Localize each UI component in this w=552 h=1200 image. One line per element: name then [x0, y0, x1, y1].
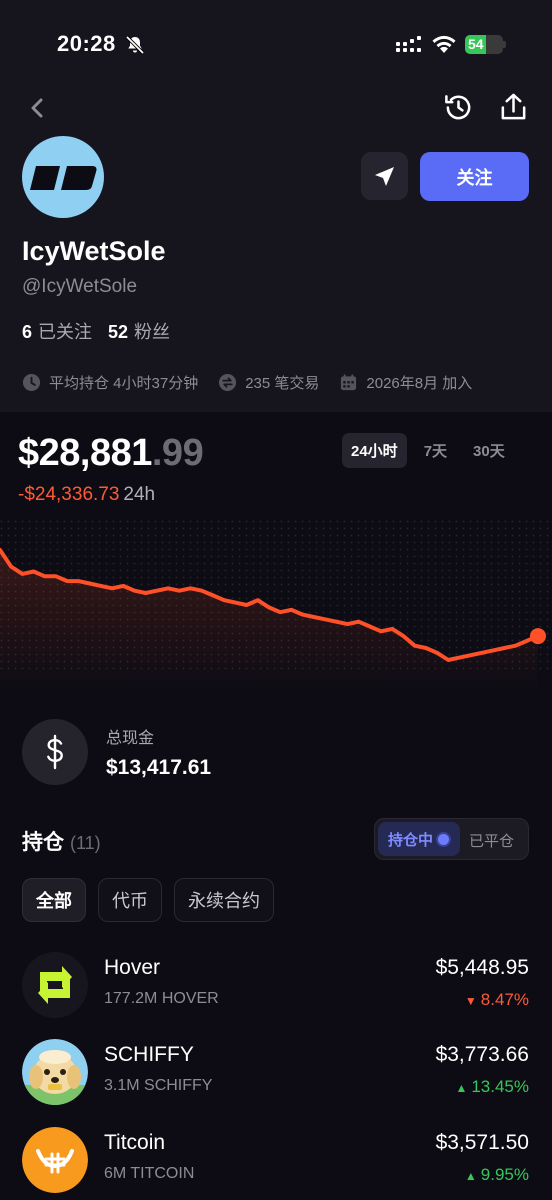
followers-count: 52 [108, 322, 129, 342]
avg-hold-time: 平均持仓 4小时37分钟 [49, 375, 199, 392]
holdings-count: (11) [70, 833, 101, 853]
join-date: 2026年8月 加入 [366, 375, 473, 392]
token-amount: 177.2M HOVER [104, 990, 219, 1007]
schiffy-dog-icon [22, 1039, 88, 1105]
range-tab-24h[interactable]: 24小时 [342, 433, 407, 468]
chart-end-point [530, 628, 546, 645]
follow-button[interactable]: 关注 [420, 152, 529, 201]
change-period: 24h [123, 484, 156, 505]
token-change-value: 9.95% [480, 1165, 529, 1184]
following-count: 6 [22, 322, 33, 342]
profile-meta: 平均持仓 4小时37分钟 235 笔交易 2026年8月 加入 [22, 372, 492, 393]
list-item[interactable]: Hover 177.2M HOVER $5,448.95 ▼ 8.47% [0, 950, 552, 1022]
token-amount: 6M TITCOIN [104, 1165, 195, 1182]
holdings-label: 持仓 [22, 831, 64, 854]
holdings-filters: 全部 代币 永续合约 [22, 878, 274, 922]
filter-all[interactable]: 全部 [22, 878, 86, 922]
status-time: 20:28 [57, 31, 116, 56]
follow-stats: 6 已关注 52 粉丝 [22, 318, 170, 344]
closed-positions-tab[interactable]: 已平仓 [469, 830, 514, 851]
cash-value: $13,417.61 [106, 756, 212, 779]
titcoin-logo-icon [22, 1127, 88, 1193]
user-handle: @IcyWetSole [22, 276, 138, 297]
display-name: IcyWetSole [22, 236, 166, 266]
avatar-logo-icon [30, 166, 97, 190]
clock-icon [22, 373, 41, 392]
battery-indicator: 54 [465, 35, 503, 54]
range-tab-7d[interactable]: 7天 [415, 433, 456, 468]
token-value: $5,448.95 [435, 956, 529, 979]
balance-main: $28,881 [18, 432, 152, 474]
token-amount: 3.1M SCHIFFY [104, 1077, 213, 1094]
share-icon[interactable] [498, 92, 529, 123]
following-stat[interactable]: 6 已关注 [22, 318, 92, 344]
avatar[interactable] [22, 136, 104, 218]
history-icon[interactable] [443, 92, 474, 123]
live-dot-icon [438, 833, 450, 845]
filter-perpetuals[interactable]: 永续合约 [174, 878, 274, 922]
up-arrow-icon: ▲ [455, 1081, 468, 1095]
token-name: Titcoin [104, 1131, 166, 1154]
portfolio-balance: $28,881.99 [18, 432, 204, 475]
calendar-icon [341, 374, 357, 391]
token-change: ▲ 9.95% [465, 1165, 529, 1185]
send-message-button[interactable] [361, 152, 408, 200]
up-arrow-icon: ▲ [464, 1169, 477, 1183]
list-item[interactable]: Titcoin 6M TITCOIN $3,571.50 ▲ 9.95% [0, 1125, 552, 1197]
token-name: Hover [104, 956, 161, 979]
back-chevron-icon[interactable] [26, 96, 50, 120]
bell-off-icon [125, 35, 145, 55]
open-positions-tab[interactable]: 持仓中 [378, 822, 460, 856]
filter-tokens[interactable]: 代币 [98, 878, 162, 922]
range-tab-30d[interactable]: 30天 [464, 433, 514, 468]
trade-count: 235 笔交易 [245, 375, 320, 392]
paper-plane-icon [375, 167, 394, 186]
dollar-icon [47, 734, 63, 770]
following-label: 已关注 [38, 322, 93, 342]
token-change: ▲ 13.45% [455, 1077, 529, 1097]
token-change-value: 13.45% [471, 1077, 529, 1096]
cash-icon-circle [22, 719, 88, 785]
followers-stat[interactable]: 52 粉丝 [108, 318, 170, 344]
signal-icon [396, 36, 421, 52]
range-tabs: 24小时 7天 30天 [342, 433, 522, 468]
cash-label: 总现金 [106, 730, 155, 747]
open-positions-label: 持仓中 [388, 831, 434, 849]
position-toggle: 持仓中 已平仓 [374, 818, 529, 860]
token-name: SCHIFFY [104, 1043, 194, 1066]
battery-tip [503, 41, 506, 48]
token-value: $3,773.66 [435, 1043, 529, 1066]
token-change: ▼ 8.47% [465, 990, 529, 1010]
portfolio-chart[interactable] [0, 520, 552, 690]
hover-logo-icon [22, 952, 88, 1018]
down-arrow-icon: ▼ [464, 994, 477, 1008]
status-bar: 20:28 54 [0, 0, 552, 90]
followers-label: 粉丝 [134, 322, 171, 342]
token-value: $3,571.50 [435, 1131, 529, 1154]
balance-change: -$24,336.73 24h [18, 484, 155, 506]
holdings-title: 持仓 (11) [22, 826, 101, 856]
change-value: -$24,336.73 [18, 484, 120, 505]
list-item[interactable]: SCHIFFY 3.1M SCHIFFY $3,773.66 ▲ 13.45% [0, 1037, 552, 1109]
battery-percent: 54 [468, 36, 484, 52]
balance-cents: .99 [151, 432, 204, 474]
token-change-value: 8.47% [480, 990, 529, 1009]
swap-icon [219, 373, 237, 392]
wifi-icon [432, 35, 456, 53]
